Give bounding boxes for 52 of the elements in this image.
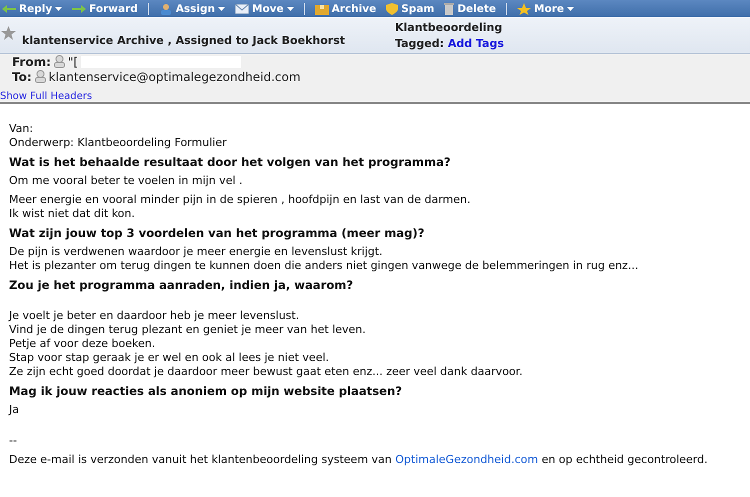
- star-icon: [517, 2, 532, 14]
- subject: Klantbeoordeling: [395, 20, 504, 34]
- arrow-right-icon: [72, 4, 86, 12]
- envelope-icon: [235, 4, 250, 14]
- toolbar-button[interactable]: Assign: [156, 0, 234, 16]
- toolbar-button[interactable]: Spam: [384, 0, 442, 16]
- answer-line: Ja: [9, 403, 20, 417]
- answer-line: Het is plezanter om terug dingen te kunnen doen die anders niet gingen vanwege de belemmeringen in rug enz...: [9, 259, 640, 273]
- star-icon[interactable]: [1, 26, 16, 40]
- person-icon: [158, 2, 173, 14]
- answer-line: De pijn is verdwenen waardoor je meer energie en levenslust krijgt.: [9, 245, 384, 259]
- website-link[interactable]: OptimaleGezondheid.com: [395, 453, 538, 466]
- question: Mag ik jouw reacties als anoniem op mijn website plaatsen?: [9, 384, 403, 398]
- toolbar-button[interactable]: Delete: [442, 0, 504, 16]
- question: Wat is het behaalde resultaat door het volgen van het programma?: [9, 155, 452, 169]
- person-icon: [34, 70, 46, 83]
- answer-line: Je voelt je beter en daardoor heb je meer levenslust.: [9, 309, 300, 323]
- answer-line: Om me vooral beter te voelen in mijn vel .: [9, 174, 244, 188]
- caret-icon: [55, 6, 62, 10]
- box-icon: [314, 2, 329, 14]
- person-icon: [54, 55, 65, 68]
- toolbar-button[interactable]: Archive: [312, 0, 384, 16]
- tagged-label: Tagged:: [395, 36, 444, 50]
- question: Wat zijn jouw top 3 voordelen van het programma (meer mag)?: [9, 226, 426, 240]
- caret-icon: [286, 6, 294, 10]
- to-value: klantenservice@optimalegezondheid.com: [48, 70, 301, 84]
- toolbar-button[interactable]: Forward: [70, 0, 146, 16]
- answer-line: Vind je de dingen terug plezant en geniet je meer van het leven.: [9, 323, 367, 337]
- answer-line: Ik wist niet dat dit kon.: [9, 207, 136, 221]
- shield-icon: [386, 2, 398, 14]
- folder-line: klantenservice Archive , Assigned to Jack Boekhorst: [21, 34, 346, 47]
- add-tags-link[interactable]: Add Tags: [448, 36, 504, 50]
- to-label: To:: [12, 70, 32, 84]
- answer-line: Petje af voor deze boeken.: [9, 337, 156, 351]
- answer-line: Ze zijn echt goed doordat je daardoor meer bewust gaat eten enz... zeer veel dank daarvoor.: [9, 365, 524, 379]
- trash-icon: [444, 2, 454, 14]
- toolbar-button[interactable]: More: [515, 0, 582, 16]
- show-full-headers-link[interactable]: Show Full Headers: [0, 91, 92, 102]
- question: Zou je het programma aanraden, indien ja, waarom?: [9, 278, 354, 292]
- body-line: Onderwerp: Klantbeoordeling Formulier: [9, 136, 228, 150]
- body-line: Van:: [9, 122, 34, 136]
- toolbar-button[interactable]: Move: [233, 0, 302, 16]
- caret-icon: [567, 6, 574, 10]
- footer-text: Deze e-mail is verzonden vanuit het klantenbeoordeling systeem van OptimaleGezondheid.com en op echtheid gecontroleerd.: [9, 453, 709, 467]
- caret-icon: [218, 6, 226, 10]
- answer-line: Meer energie en vooral minder pijn in de spieren , hoofdpijn en last van de darmen.: [9, 193, 472, 207]
- arrow-left-icon: [2, 4, 16, 12]
- answer-line: Stap voor stap geraak je er wel en ook al lees je niet veel.: [9, 351, 330, 365]
- toolbar-button[interactable]: Reply: [0, 0, 70, 16]
- from-value: "[: [68, 54, 78, 68]
- answer-line: --: [9, 434, 18, 448]
- from-label: From:: [12, 54, 51, 68]
